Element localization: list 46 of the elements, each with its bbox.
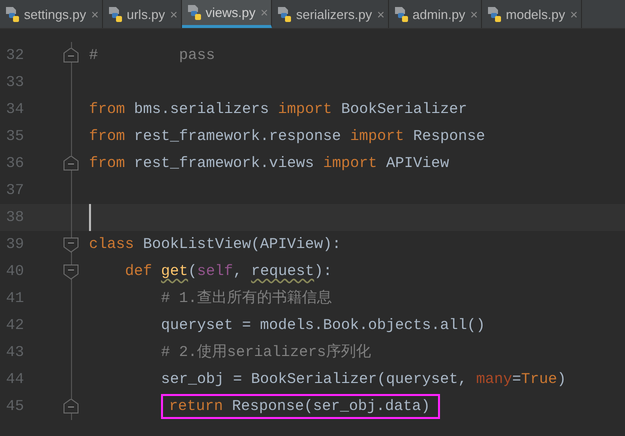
line-number: 37 [5,182,26,199]
code-line: from rest_framework.response import Response [89,127,486,147]
close-tab-icon[interactable]: × [376,6,385,22]
editor-tab[interactable]: admin.py × [388,0,482,28]
code-comment: # pass [89,46,216,66]
line-number: 45 [5,398,26,415]
python-file-icon [106,6,124,22]
close-tab-icon[interactable]: × [170,6,178,22]
code-line: return Response(ser_obj.data) [169,397,430,417]
editor-tab[interactable]: settings.py × [0,0,103,28]
fold-marker-icon[interactable] [63,399,79,415]
line-number: 34 [5,101,26,118]
code-comment: # 1.查出所有的书籍信息 [160,288,332,309]
code-line: from rest_framework.views import APIView [89,154,450,174]
code-line: class BookListView(APIView): [89,235,342,255]
line-number: 33 [5,74,26,91]
line-number: 44 [5,371,26,388]
code-line: from bms.serializers import BookSerializer [89,100,468,120]
code-line: ser_obj = BookSerializer(queryset, many=True) [160,370,566,390]
close-tab-icon[interactable]: × [470,6,478,22]
line-number: 41 [5,290,26,307]
line-number: 39 [5,236,26,253]
code-line: def get(self, request): [124,262,332,282]
python-file-icon [276,6,294,22]
python-file-icon [186,4,203,21]
line-number: 35 [5,128,26,145]
code-line: queryset = models.Book.objects.all() [160,316,486,336]
fold-marker-icon[interactable] [63,48,79,64]
editor-tab[interactable]: models.py × [482,0,582,28]
python-file-icon [392,6,410,22]
close-tab-icon[interactable]: × [570,6,578,22]
fold-marker-icon[interactable] [63,237,79,253]
code-comment: # 2.使用serializers序列化 [160,342,372,363]
editor-tab[interactable]: views.py × [182,0,272,28]
fold-marker-icon[interactable] [63,156,79,172]
editor-tab[interactable]: urls.py × [102,0,182,28]
line-number: 36 [5,155,26,172]
fold-marker-icon[interactable] [63,264,79,280]
line-number: 43 [5,344,26,361]
editor-tab[interactable]: serializers.py × [272,0,389,28]
line-number: 32 [5,47,26,64]
python-file-icon [486,6,503,22]
close-tab-icon[interactable]: × [91,6,99,22]
line-number: 40 [5,263,26,280]
line-number: 42 [5,317,26,334]
python-file-icon [4,6,21,22]
